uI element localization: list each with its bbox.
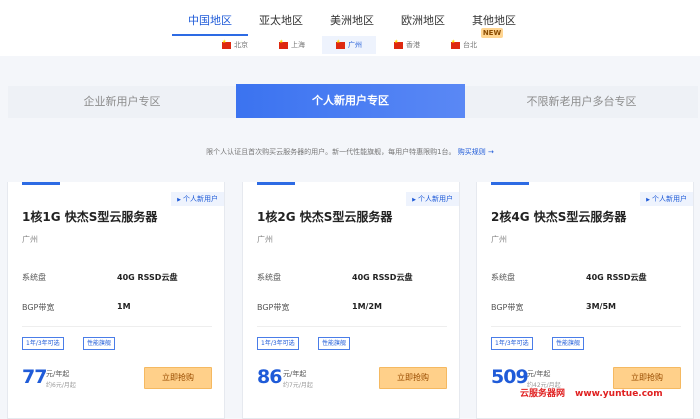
china-flag-icon xyxy=(222,39,231,49)
tag-term-option: 1年/3年可选 xyxy=(22,337,64,350)
tab-city-label: 香港 xyxy=(406,41,420,49)
spec-row-bandwidth: BGP带宽 1M xyxy=(22,302,212,314)
badge-label: 个人新用户 xyxy=(183,195,218,203)
spec-label: 系统盘 xyxy=(257,273,281,282)
spec-value: 1M xyxy=(117,302,131,311)
china-flag-icon xyxy=(451,39,460,49)
buy-now-button[interactable]: 立即抢购 xyxy=(379,367,447,389)
spec-row-disk: 系统盘 40G RSSD云盘 xyxy=(257,272,447,284)
purchase-rules-link[interactable]: 购买规则 → xyxy=(458,148,494,156)
spec-row-bandwidth: BGP带宽 1M/2M xyxy=(257,302,447,314)
card-title: 1核2G 快杰S型云服务器 xyxy=(257,210,393,224)
notice-text: 限个人认证且首次购买云服务器的用户。新一代性能旗舰，每用户特惠限购1台。 xyxy=(206,148,456,156)
watermark: 云服务器网 www.yuntue.com xyxy=(520,386,663,399)
card-divider xyxy=(257,326,447,327)
badge-label: 个人新用户 xyxy=(418,195,453,203)
spec-label: 系统盘 xyxy=(491,273,515,282)
badge-label: 个人新用户 xyxy=(652,195,687,203)
tab-region-asia-pacific[interactable]: 亚太地区 xyxy=(259,12,303,36)
region-tab-bar: 中国地区 亚太地区 美洲地区 欧洲地区 其他地区 xyxy=(0,0,700,36)
tab-city-label: 上海 xyxy=(291,41,305,49)
tab-personal-new-user[interactable]: 个人新用户专区 xyxy=(236,84,465,118)
china-flag-icon xyxy=(336,39,345,49)
spec-value: 3M/5M xyxy=(586,302,616,311)
spec-value: 40G RSSD云盘 xyxy=(117,273,178,282)
tab-city-guangzhou[interactable]: 广州 xyxy=(322,36,376,54)
spec-label: BGP带宽 xyxy=(22,303,55,312)
buy-now-button[interactable]: 立即抢购 xyxy=(144,367,212,389)
card-title: 1核1G 快杰S型云服务器 xyxy=(22,210,158,224)
tag-term-option: 1年/3年可选 xyxy=(257,337,299,350)
user-type-tab-bar: 企业新用户专区 个人新用户专区 不限新老用户多台专区 xyxy=(8,84,698,118)
tab-city-label: 北京 xyxy=(234,41,248,49)
tag-performance: 性能旗舰 xyxy=(83,337,116,350)
tab-region-europe[interactable]: 欧洲地区 xyxy=(401,12,445,36)
spec-value: 40G RSSD云盘 xyxy=(352,273,413,282)
product-card-1c1g: ▶ 个人新用户 1核1G 快杰S型云服务器 广州 系统盘 40G RSSD云盘 B… xyxy=(7,182,225,419)
watermark-url: www.yuntue.com xyxy=(575,389,663,399)
product-card-2c4g: ▶ 个人新用户 2核4G 快杰S型云服务器 广州 系统盘 40G RSSD云盘 B… xyxy=(476,182,694,419)
price-unit: 元/年起 xyxy=(527,370,551,378)
watermark-site-name: 云服务器网 xyxy=(520,389,566,399)
card-accent-bar xyxy=(22,182,60,185)
tag-term-option: 1年/3年可选 xyxy=(491,337,533,350)
china-flag-icon xyxy=(279,39,288,49)
tab-city-label: 广州 xyxy=(348,41,362,49)
tab-city-beijing[interactable]: 北京 xyxy=(222,36,248,54)
china-flag-icon xyxy=(394,39,403,49)
card-divider xyxy=(22,326,212,327)
card-title: 2核4G 快杰S型云服务器 xyxy=(491,210,627,224)
triangle-right-icon: ▶ xyxy=(412,197,416,203)
tab-city-hongkong[interactable]: 香港 xyxy=(394,36,420,54)
triangle-right-icon: ▶ xyxy=(646,197,650,203)
triangle-right-icon: ▶ xyxy=(177,197,181,203)
spec-row-disk: 系统盘 40G RSSD云盘 xyxy=(491,272,681,284)
new-badge: NEW xyxy=(481,28,503,38)
spec-label: 系统盘 xyxy=(22,273,46,282)
tab-region-china[interactable]: 中国地区 xyxy=(172,12,248,36)
spec-row-bandwidth: BGP带宽 3M/5M xyxy=(491,302,681,314)
personal-new-user-badge: ▶ 个人新用户 xyxy=(171,192,224,206)
personal-new-user-badge: ▶ 个人新用户 xyxy=(640,192,693,206)
price-value: 77 xyxy=(22,366,47,388)
tag-performance: 性能旗舰 xyxy=(318,337,351,350)
tab-city-shanghai[interactable]: 上海 xyxy=(279,36,305,54)
tag-performance: 性能旗舰 xyxy=(552,337,585,350)
tab-enterprise-new-user[interactable]: 企业新用户专区 xyxy=(8,86,236,118)
spec-row-disk: 系统盘 40G RSSD云盘 xyxy=(22,272,212,284)
city-tab-bar: 北京 上海 广州 香港 台北 xyxy=(0,36,700,56)
spec-label: BGP带宽 xyxy=(491,303,524,312)
card-divider xyxy=(491,326,681,327)
purchase-notice: 限个人认证且首次购买云服务器的用户。新一代性能旗舰，每用户特惠限购1台。 购买规… xyxy=(0,147,700,157)
card-accent-bar xyxy=(257,182,295,185)
card-location: 广州 xyxy=(491,235,507,244)
tab-city-label: 台北 xyxy=(463,41,477,49)
price-unit: 元/年起 xyxy=(283,370,307,378)
card-accent-bar xyxy=(491,182,529,185)
card-location: 广州 xyxy=(257,235,273,244)
tab-region-americas[interactable]: 美洲地区 xyxy=(330,12,374,36)
tab-unlimited-users[interactable]: 不限新老用户多台专区 xyxy=(465,86,698,118)
tab-city-taipei[interactable]: 台北 xyxy=(451,36,477,54)
spec-value: 40G RSSD云盘 xyxy=(586,273,647,282)
spec-label: BGP带宽 xyxy=(257,303,290,312)
card-location: 广州 xyxy=(22,235,38,244)
price-monthly: 约6元/月起 xyxy=(46,382,76,389)
personal-new-user-badge: ▶ 个人新用户 xyxy=(406,192,459,206)
price-value: 86 xyxy=(257,366,282,388)
price-monthly: 约7元/月起 xyxy=(283,382,313,389)
product-card-1c2g: ▶ 个人新用户 1核2G 快杰S型云服务器 广州 系统盘 40G RSSD云盘 B… xyxy=(242,182,460,419)
price-unit: 元/年起 xyxy=(46,370,70,378)
spec-value: 1M/2M xyxy=(352,302,382,311)
